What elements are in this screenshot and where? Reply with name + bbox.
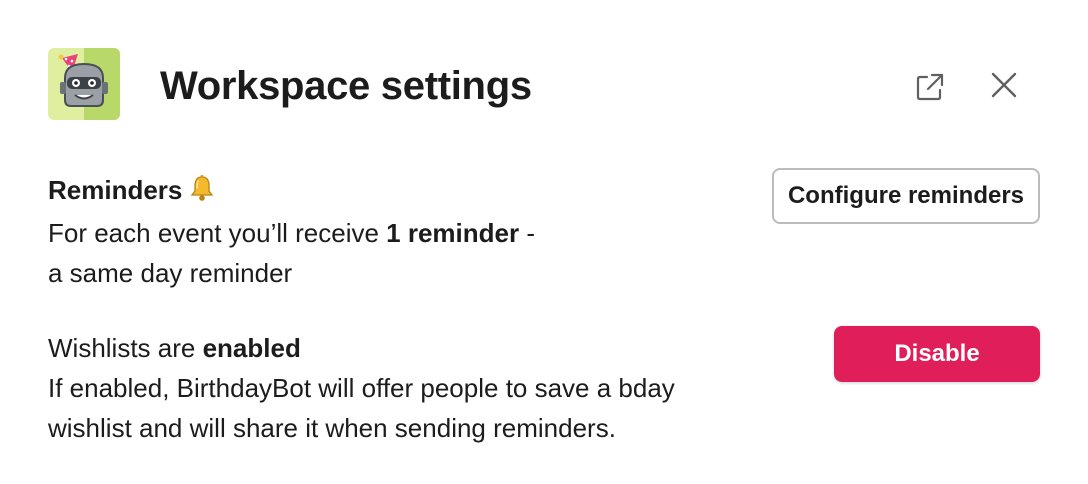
bell-icon (188, 173, 216, 213)
disable-wishlists-button[interactable]: Disable (834, 326, 1040, 382)
reminders-description-line-2: a same day reminder (48, 258, 293, 288)
reminders-heading: Reminders (48, 175, 183, 205)
wishlists-status: enabled (202, 333, 301, 363)
open-in-new-window-button[interactable] (910, 67, 950, 107)
close-button[interactable] (984, 65, 1024, 105)
reminders-text-prefix: For each event you’ll receive (48, 218, 387, 248)
wishlists-description-line-2: wishlist and will share it when sending … (48, 413, 616, 443)
birthday-bot-robot-icon (48, 48, 120, 120)
external-link-icon (916, 73, 944, 101)
modal-title: Workspace settings (160, 64, 532, 108)
reminders-text-suffix: - (519, 218, 536, 248)
reminders-section: Reminders For each event you’ll receive … (48, 170, 648, 293)
close-icon (991, 72, 1017, 98)
workspace-settings-modal: Workspace settings Reminders For each ev… (0, 0, 1088, 484)
wishlists-heading-prefix: Wishlists are (48, 333, 203, 363)
configure-reminders-button[interactable]: Configure reminders (772, 168, 1040, 224)
reminder-count: 1 reminder (386, 218, 520, 248)
wishlists-section: Wishlists are enabled If enabled, Birthd… (48, 328, 808, 448)
reminders-heading-line: Reminders (48, 170, 648, 213)
reminders-description-line-1: For each event you’ll receive 1 reminder… (48, 213, 648, 253)
wishlists-heading: Wishlists are enabled (48, 328, 808, 368)
wishlists-description-line-1: If enabled, BirthdayBot will offer peopl… (48, 373, 675, 403)
